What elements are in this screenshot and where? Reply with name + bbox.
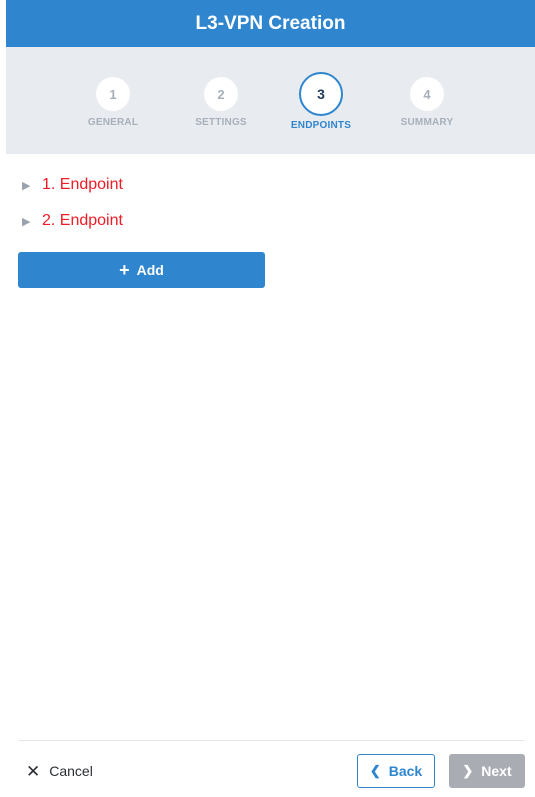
- next-label: Next: [481, 763, 512, 779]
- back-label: Back: [388, 763, 423, 779]
- step-label: SETTINGS: [195, 117, 247, 128]
- close-icon: ✕: [26, 761, 41, 781]
- step-number-circle: 3: [299, 72, 343, 116]
- step-general[interactable]: 1 GENERAL: [68, 77, 158, 128]
- endpoint-label: 1. Endpoint: [42, 176, 123, 193]
- endpoint-label: 2. Endpoint: [42, 212, 123, 229]
- step-label: ENDPOINTS: [290, 120, 352, 131]
- wizard-title: L3-VPN Creation: [195, 12, 346, 34]
- endpoint-item-1[interactable]: ▶ 1. Endpoint: [22, 174, 123, 196]
- step-number-circle: 1: [96, 77, 130, 111]
- chevron-right-icon: ❯: [462, 763, 474, 778]
- add-endpoint-button[interactable]: + Add: [18, 252, 265, 288]
- add-button-label: Add: [136, 262, 164, 278]
- next-button[interactable]: ❯ Next: [449, 754, 525, 788]
- cancel-label: Cancel: [49, 763, 93, 779]
- footer-divider: [18, 740, 524, 741]
- step-summary[interactable]: 4 SUMMARY: [382, 77, 472, 128]
- step-label: SUMMARY: [400, 117, 454, 128]
- back-button[interactable]: ❮ Back: [357, 754, 435, 788]
- chevron-left-icon: ❮: [369, 763, 381, 778]
- caret-right-icon: ▶: [22, 215, 31, 228]
- step-label: GENERAL: [87, 117, 139, 128]
- step-number-circle: 2: [204, 77, 238, 111]
- wizard-stepper: 1 GENERAL 2 SETTINGS 3 ENDPOINTS 4 SUMMA…: [6, 47, 535, 154]
- step-endpoints[interactable]: 3 ENDPOINTS: [276, 72, 366, 131]
- plus-icon: +: [119, 260, 130, 280]
- caret-right-icon: ▶: [22, 179, 31, 192]
- wizard-content: ▶ 1. Endpoint ▶ 2. Endpoint + Add: [6, 154, 535, 740]
- endpoint-item-2[interactable]: ▶ 2. Endpoint: [22, 210, 123, 232]
- step-settings[interactable]: 2 SETTINGS: [176, 77, 266, 128]
- wizard-header: L3-VPN Creation: [6, 0, 535, 47]
- step-number-circle: 4: [410, 77, 444, 111]
- cancel-button[interactable]: ✕ Cancel: [26, 760, 93, 782]
